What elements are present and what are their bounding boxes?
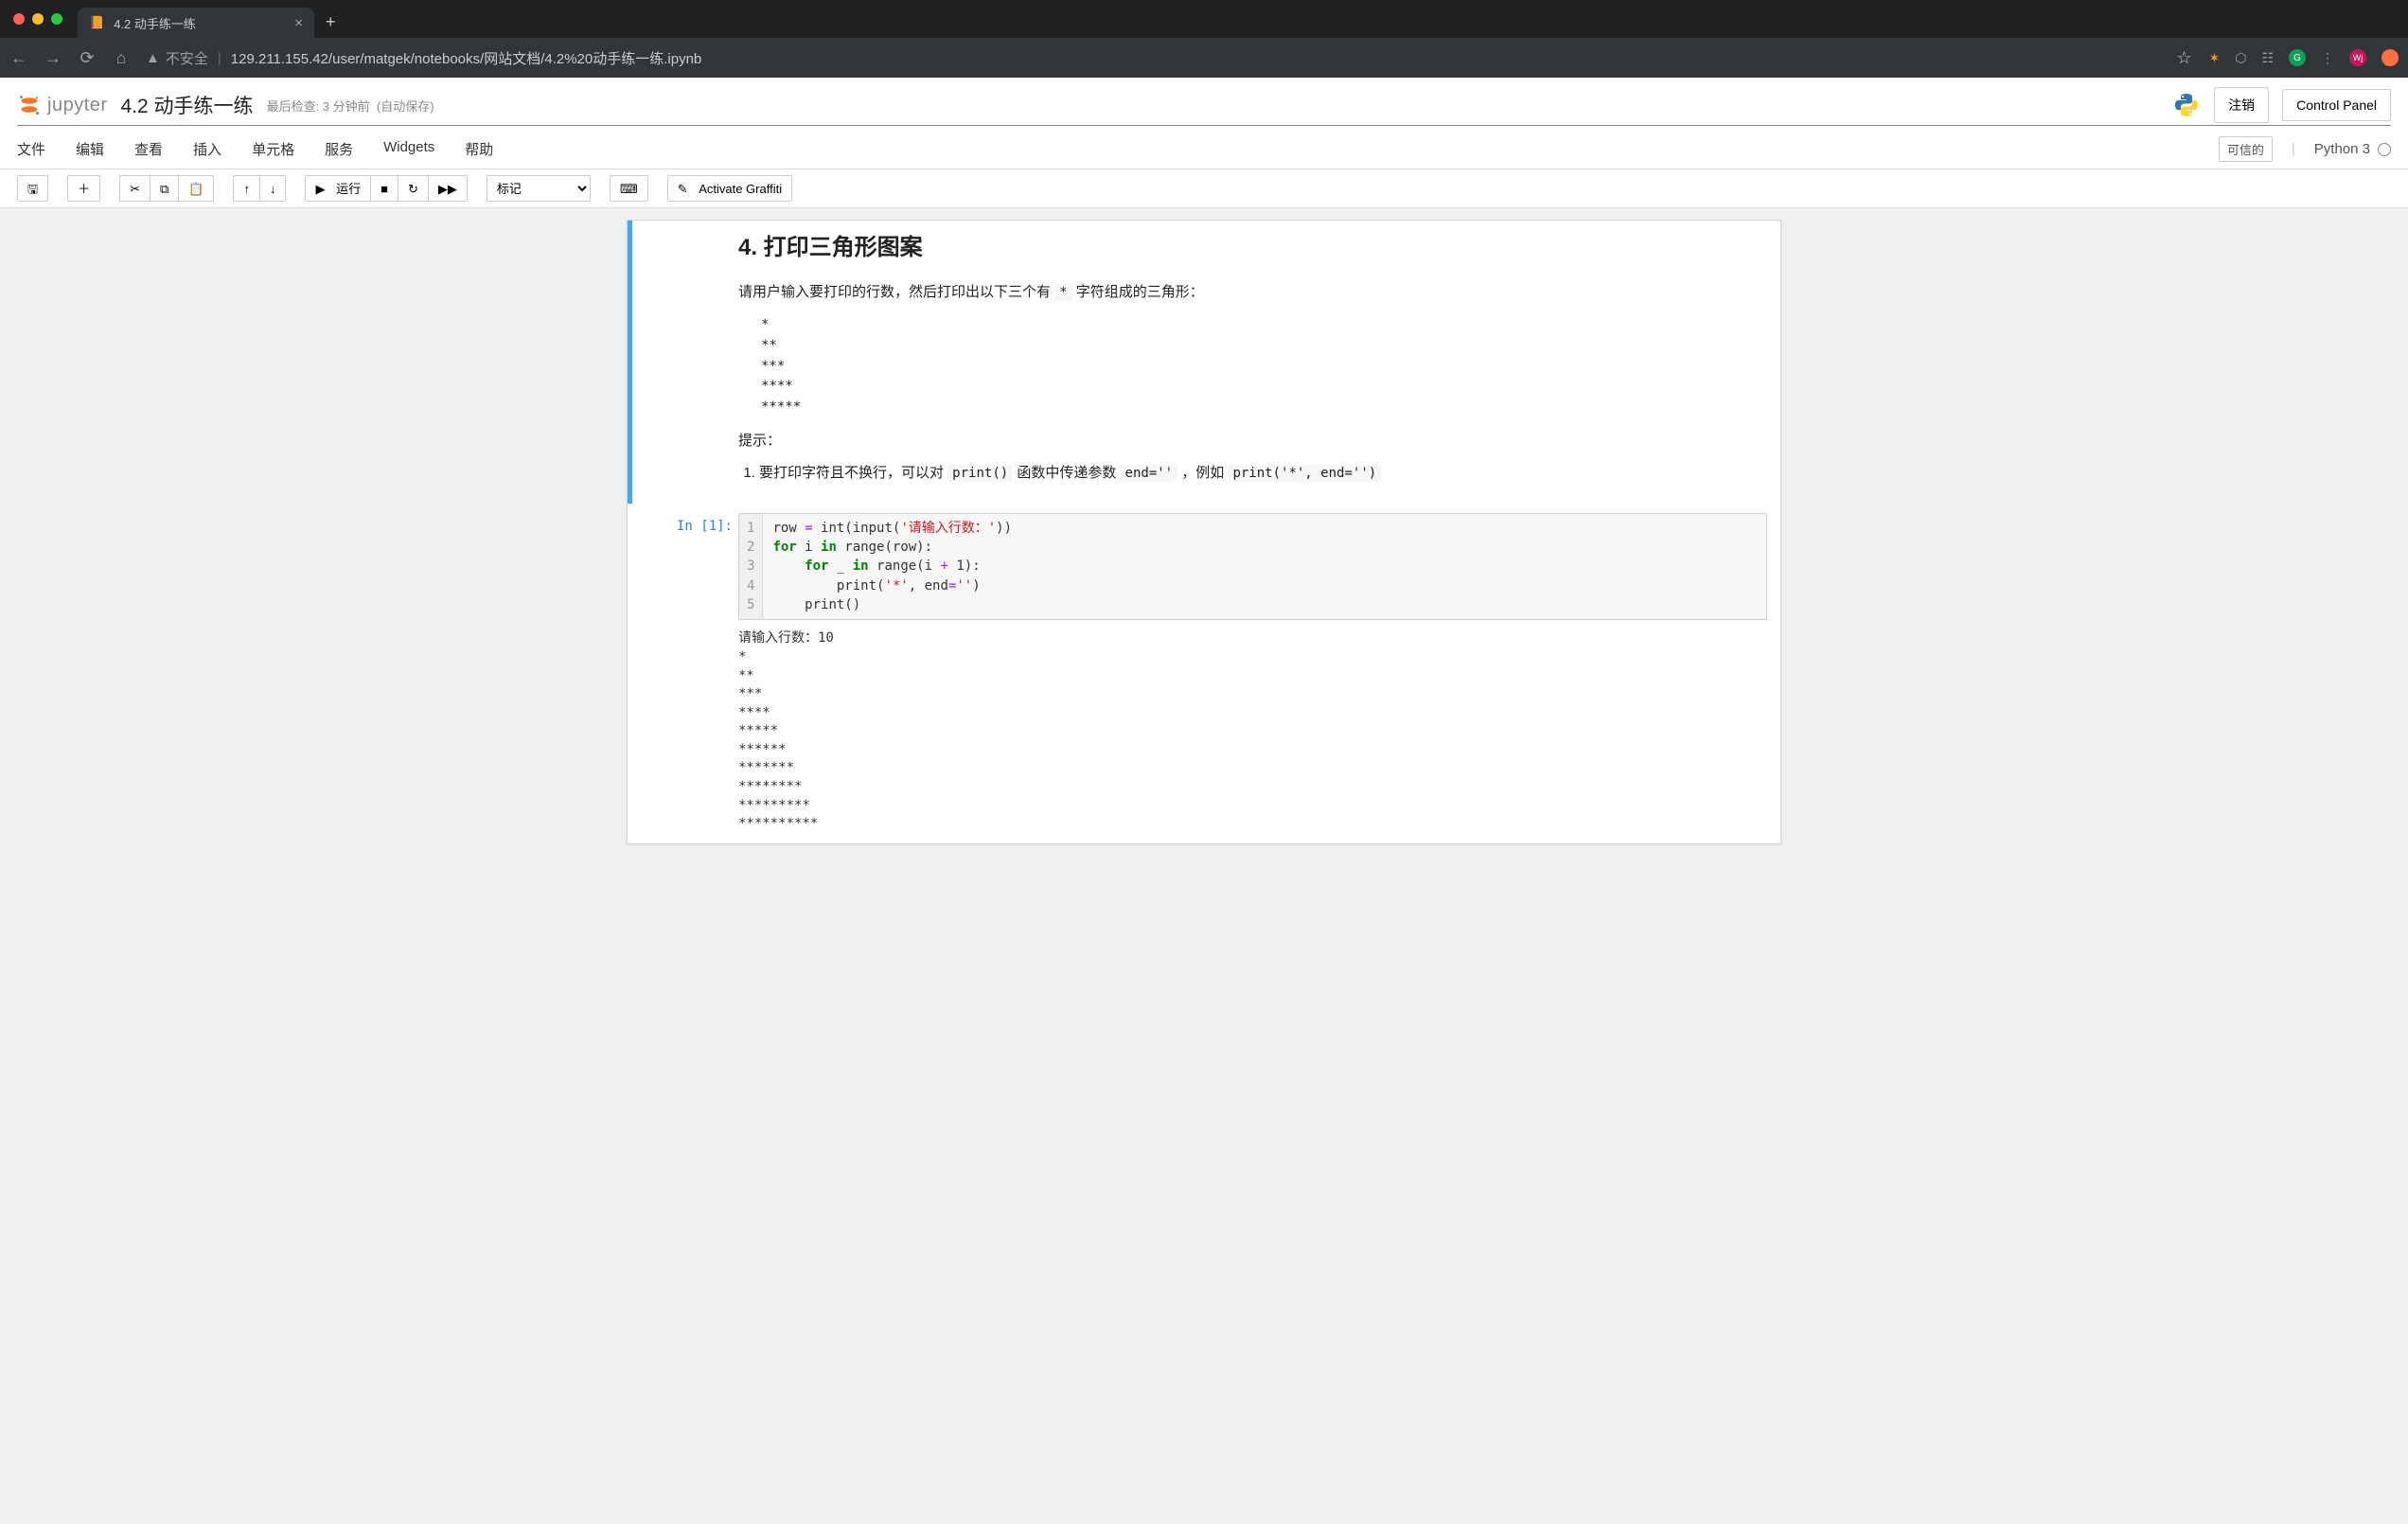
close-window-button[interactable] [13, 13, 25, 25]
markdown-cell[interactable]: 4. 打印三角形图案 请用户输入要打印的行数，然后打印出以下三个有 * 字符组成… [628, 221, 1780, 504]
stop-icon: ■ [381, 183, 388, 195]
cell-output: 请输入行数：10 * ** *** **** ***** ****** ****… [738, 629, 1767, 834]
traffic-lights [13, 13, 62, 25]
plus-icon: ＋ [78, 183, 90, 195]
copy-icon: ⧉ [160, 183, 168, 195]
forward-button[interactable]: → [44, 48, 62, 68]
logout-button[interactable]: 注销 [2214, 87, 2269, 123]
command-palette-button[interactable]: ⌨ [610, 175, 648, 202]
profile-avatar[interactable]: Wj [2349, 49, 2366, 66]
menu-cell[interactable]: 单元格 [252, 130, 294, 168]
run-icon: ▶ [315, 183, 325, 195]
restart-run-all-button[interactable]: ▶▶ [428, 175, 468, 202]
wand-icon: ✎ [678, 183, 688, 195]
markdown-hint-label: 提示： [738, 430, 1767, 452]
interrupt-button[interactable]: ■ [370, 175, 398, 202]
notebook-title[interactable]: 4.2 动手练一练 [121, 91, 254, 119]
jupyter-header: jupyter 4.2 动手练一练 最后检查: 3 分钟前 (自动保存) 注销 … [0, 78, 2408, 125]
warning-icon: ▲ [146, 50, 160, 66]
copy-button[interactable]: ⧉ [150, 175, 179, 202]
tab-title: 4.2 动手练一练 [114, 14, 285, 32]
jupyter-logo-text: jupyter [47, 95, 108, 116]
address-bar[interactable]: ▲ 不安全 | 129.211.155.42/user/matgek/noteb… [146, 48, 2159, 68]
security-warning[interactable]: ▲ 不安全 [146, 48, 208, 68]
extension-icon[interactable]: ⋮ [2321, 50, 2334, 66]
bookmark-star-icon[interactable]: ☆ [2174, 48, 2193, 68]
menu-kernel[interactable]: 服务 [325, 130, 353, 168]
autosave-status: 最后检查: 3 分钟前 (自动保存) [267, 97, 434, 115]
url-text: 129.211.155.42/user/matgek/notebooks/网站文… [231, 48, 701, 68]
home-button[interactable]: ⌂ [112, 48, 131, 68]
kernel-name: Python 3 [2314, 141, 2370, 157]
keyboard-icon: ⌨ [620, 183, 638, 195]
menu-widgets[interactable]: Widgets [383, 130, 434, 168]
markdown-tip: 要打印字符且不换行，可以对 print() 函数中传递参数 end='' ，例如… [759, 462, 1767, 485]
jupyter-logo[interactable]: jupyter [17, 93, 108, 117]
browser-tab[interactable]: 📙 4.2 动手练一练 × [78, 8, 314, 38]
input-prompt: In [1]: [642, 513, 733, 534]
extension-icon[interactable]: G [2289, 49, 2306, 66]
menu-view[interactable]: 查看 [134, 130, 163, 168]
window-titlebar: 📙 4.2 动手练一练 × + [0, 0, 2408, 38]
menu-bar: 文件 编辑 查看 插入 单元格 服务 Widgets 帮助 可信的 | Pyth… [0, 126, 2408, 169]
kernel-status-icon [2378, 143, 2391, 156]
reload-button[interactable]: ⟳ [78, 48, 97, 68]
extension-icon[interactable]: ⬡ [2235, 50, 2246, 66]
notebook-favicon-icon: 📙 [89, 15, 104, 30]
extensions: ✶ ⬡ ☷ G ⋮ Wj [2208, 49, 2399, 66]
new-tab-button[interactable]: + [326, 12, 336, 32]
paste-icon: 📋 [188, 183, 204, 195]
extension-icon[interactable] [2381, 49, 2399, 66]
close-tab-icon[interactable]: × [294, 15, 303, 31]
cell-type-select[interactable]: 标记 [487, 175, 591, 202]
cut-button[interactable]: ✂ [119, 175, 150, 202]
extension-icon[interactable]: ☷ [2261, 50, 2274, 66]
maximize-window-button[interactable] [51, 13, 62, 25]
trusted-indicator[interactable]: 可信的 [2219, 136, 2273, 162]
menu-file[interactable]: 文件 [17, 130, 45, 168]
line-gutter: 12345 [739, 514, 763, 619]
menu-insert[interactable]: 插入 [193, 130, 221, 168]
save-button[interactable]: 🖫 [17, 175, 48, 202]
menu-edit[interactable]: 编辑 [76, 130, 104, 168]
toolbar: 🖫 ＋ ✂ ⧉ 📋 ↑ ↓ ▶ 运行 ■ ↻ ▶▶ 标记 ⌨ ✎ Activat… [0, 169, 2408, 208]
run-button[interactable]: ▶ 运行 [305, 175, 371, 202]
paste-button[interactable]: 📋 [178, 175, 214, 202]
restart-button[interactable]: ↻ [398, 175, 429, 202]
insert-cell-button[interactable]: ＋ [67, 175, 100, 202]
cut-icon: ✂ [130, 183, 140, 195]
fast-forward-icon: ▶▶ [438, 183, 457, 195]
code-editor[interactable]: 12345 row = int(input('请输入行数：')) for i i… [738, 513, 1767, 620]
arrow-down-icon: ↓ [270, 183, 276, 195]
security-warning-text: 不安全 [166, 48, 208, 68]
markdown-heading: 4. 打印三角形图案 [738, 230, 1767, 266]
notebook-area: 4. 打印三角形图案 请用户输入要打印的行数，然后打印出以下三个有 * 字符组成… [0, 208, 2408, 882]
code-source[interactable]: row = int(input('请输入行数：')) for i in rang… [763, 514, 1021, 619]
menu-help[interactable]: 帮助 [465, 130, 493, 168]
save-icon: 🖫 [27, 183, 38, 195]
move-down-button[interactable]: ↓ [259, 175, 287, 202]
move-up-button[interactable]: ↑ [233, 175, 260, 202]
jupyter-logo-icon [17, 93, 42, 117]
control-panel-button[interactable]: Control Panel [2282, 89, 2391, 121]
code-cell[interactable]: In [1]: 12345 row = int(input('请输入行数：'))… [628, 504, 1780, 843]
minimize-window-button[interactable] [32, 13, 44, 25]
markdown-pattern: * ** *** **** ***** [761, 315, 1767, 417]
markdown-instruction: 请用户输入要打印的行数，然后打印出以下三个有 * 字符组成的三角形： [738, 281, 1767, 304]
arrow-up-icon: ↑ [243, 183, 250, 195]
back-button[interactable]: ← [9, 48, 28, 68]
activate-graffiti-button[interactable]: ✎ Activate Graffiti [667, 175, 792, 202]
restart-icon: ↻ [408, 183, 418, 195]
extension-icon[interactable]: ✶ [2208, 50, 2220, 66]
kernel-indicator[interactable]: Python 3 [2314, 141, 2391, 157]
python-logo-icon [2172, 91, 2201, 119]
browser-toolbar: ← → ⟳ ⌂ ▲ 不安全 | 129.211.155.42/user/matg… [0, 38, 2408, 78]
